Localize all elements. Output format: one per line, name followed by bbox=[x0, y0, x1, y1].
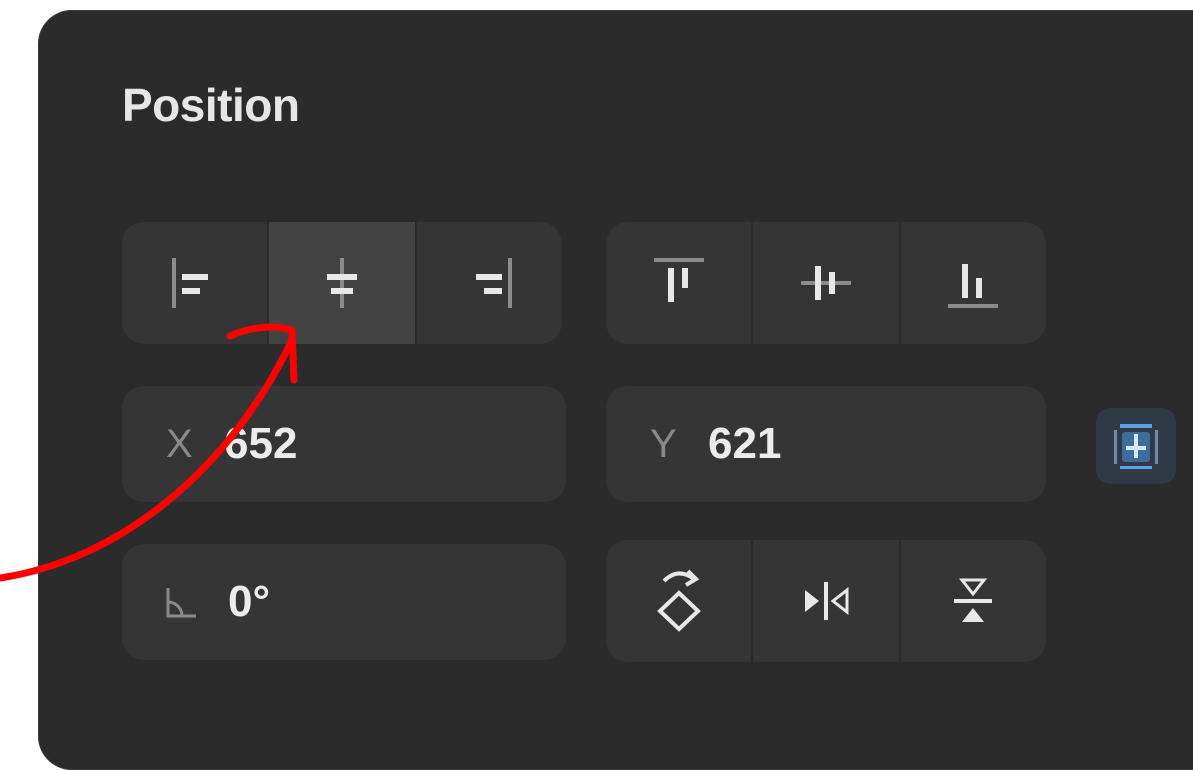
rotate-90-icon bbox=[644, 561, 714, 641]
y-position-field[interactable]: Y 621 bbox=[606, 386, 1046, 502]
flip-horizontal-icon bbox=[791, 566, 861, 636]
y-label: Y bbox=[650, 421, 677, 466]
align-vertical-center-button[interactable] bbox=[751, 222, 898, 344]
x-position-field[interactable]: X 652 bbox=[122, 386, 566, 502]
constraint-pin-icon bbox=[1106, 416, 1166, 476]
flip-vertical-button[interactable] bbox=[898, 540, 1046, 662]
align-bottom-icon bbox=[938, 248, 1008, 318]
angle-icon bbox=[162, 582, 228, 622]
align-bottom-button[interactable] bbox=[898, 222, 1046, 344]
flip-vertical-icon bbox=[938, 566, 1008, 636]
panel-title: Position bbox=[122, 79, 300, 131]
align-right-icon bbox=[454, 248, 524, 318]
rotate-90-button[interactable] bbox=[606, 540, 751, 662]
x-value[interactable]: 652 bbox=[224, 419, 297, 469]
align-left-icon bbox=[160, 248, 230, 318]
align-top-button[interactable] bbox=[606, 222, 751, 344]
align-top-icon bbox=[644, 248, 714, 318]
flip-horizontal-button[interactable] bbox=[751, 540, 898, 662]
constraint-button[interactable] bbox=[1096, 408, 1176, 484]
rotation-value[interactable]: 0° bbox=[228, 577, 270, 627]
align-horizontal-center-icon bbox=[307, 248, 377, 318]
transform-group bbox=[606, 540, 1046, 662]
align-horizontal-center-button[interactable] bbox=[267, 222, 415, 344]
y-value[interactable]: 621 bbox=[708, 419, 781, 469]
rotation-field[interactable]: 0° bbox=[122, 544, 566, 660]
align-right-button[interactable] bbox=[414, 222, 562, 344]
horizontal-align-group bbox=[122, 222, 562, 344]
x-label: X bbox=[166, 421, 193, 466]
align-left-button[interactable] bbox=[122, 222, 267, 344]
align-vertical-center-icon bbox=[791, 248, 861, 318]
vertical-align-group bbox=[606, 222, 1046, 344]
